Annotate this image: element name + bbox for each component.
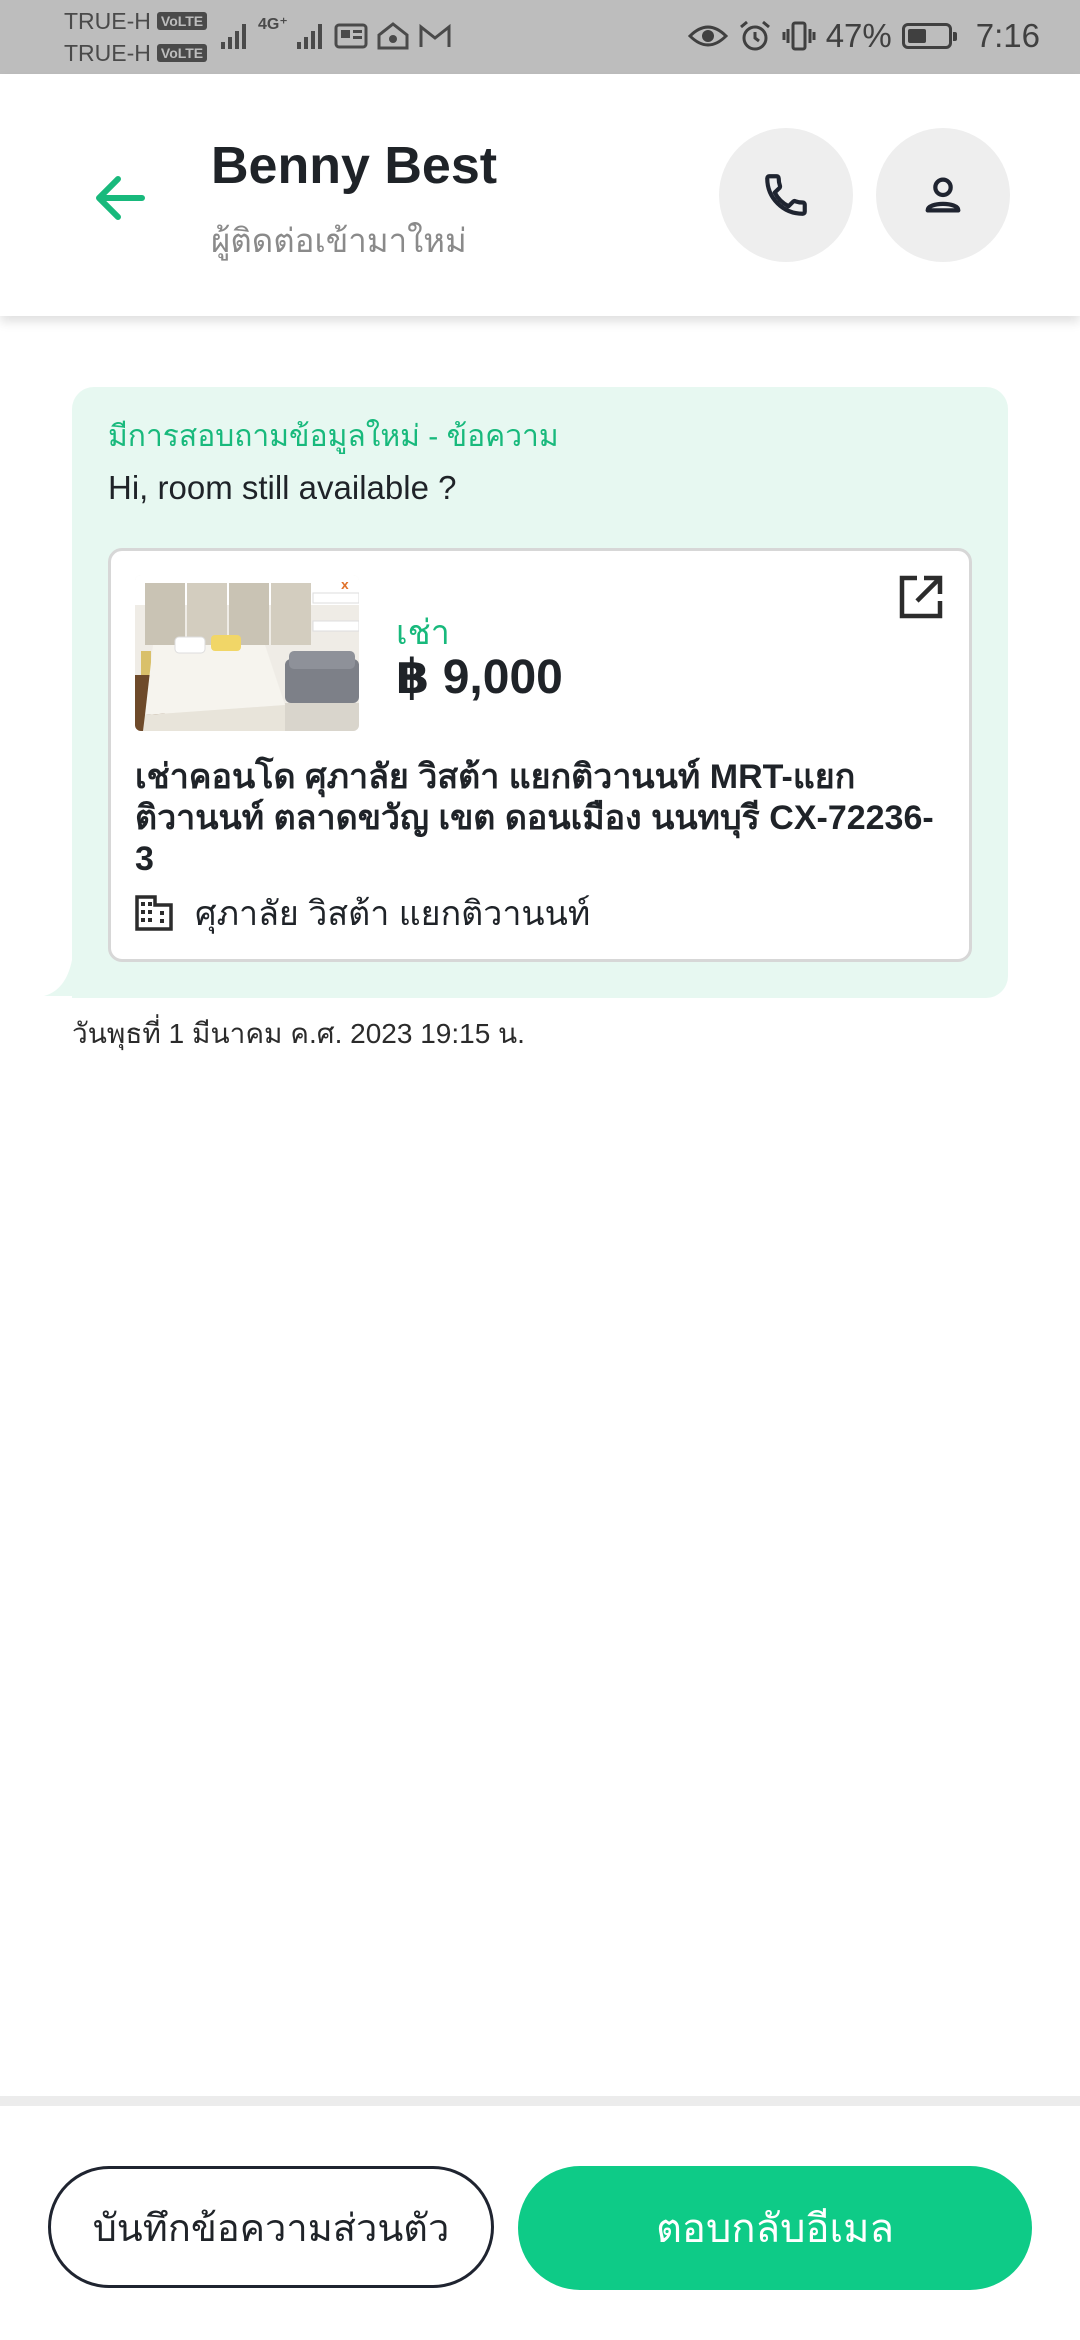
status-time: 7:16 (975, 17, 1040, 54)
signal-icon (221, 24, 246, 49)
contact-status: ผู้ติดต่อเข้ามาใหม่ (211, 222, 467, 259)
project-row: ศุภาลัย วิสต้า แยกติวานนท์ (135, 891, 590, 935)
reply-email-button[interactable]: ตอบกลับอีเมล (518, 2166, 1032, 2290)
contact-name: Benny Best (211, 137, 498, 195)
building-icon (135, 895, 173, 931)
status-icons-right: 47% 7:16 (687, 14, 1040, 58)
listing-title: เช่าคอนโด ศุภาลัย วิสต้า แยกติวานนท์ MRT… (135, 758, 934, 878)
arrow-left-icon (96, 176, 145, 220)
conversation-header: Benny Best ผู้ติดต่อเข้ามาใหม่ (0, 74, 1080, 316)
carrier-2-label: TRUE-H (64, 40, 151, 66)
volte-badge-2: VoLTE (156, 44, 208, 62)
alarm-icon (739, 20, 770, 51)
message-timestamp: วันพุธที่ 1 มีนาคม ค.ศ. 2023 19:15 น. (72, 1018, 525, 1049)
message-text: Hi, room still available ? (108, 469, 457, 506)
call-button[interactable] (719, 128, 853, 262)
carrier-2: TRUE-H VoLTE (64, 40, 208, 66)
profile-button[interactable] (876, 128, 1010, 262)
gmail-icon (419, 23, 451, 47)
vibrate-icon (782, 21, 816, 51)
back-button[interactable] (82, 160, 158, 236)
private-note-button[interactable]: บันทึกข้อความส่วนตัว (48, 2166, 494, 2288)
eye-icon (687, 25, 728, 47)
bottom-action-bar: บันทึกข้อความส่วนตัว ตอบกลับอีเมล (0, 2096, 1080, 2340)
project-name: ศุภาลัย วิสต้า แยกติวานนท์ (195, 895, 591, 933)
battery-icon (901, 23, 957, 49)
carrier-1-label: TRUE-H (64, 8, 151, 34)
status-bar: TRUE-H VoLTE TRUE-H VoLTE 4G⁺ 47% 7:16 (0, 0, 1080, 74)
svg-text:X: X (341, 581, 349, 592)
person-icon (925, 177, 961, 213)
signal-icon-2 (296, 24, 322, 49)
listing-price: ฿ 9,000 (396, 651, 563, 704)
news-icon (334, 23, 368, 49)
message-bubble: มีการสอบถามข้อมูลใหม่ - ข้อความ Hi, room… (72, 387, 1008, 998)
external-link-icon[interactable] (895, 571, 947, 623)
inquiry-label: มีการสอบถามข้อมูลใหม่ - ข้อความ (108, 420, 559, 453)
home-app-icon (377, 22, 409, 50)
carrier-1: TRUE-H VoLTE (64, 8, 208, 34)
battery-fill (907, 29, 926, 43)
battery-percent: 47% (825, 17, 892, 54)
phone-icon (765, 174, 807, 216)
volte-badge: VoLTE (156, 12, 208, 30)
listing-photo: X (135, 575, 359, 731)
network-type: 4G⁺ (258, 16, 288, 33)
listing-card[interactable]: X เช่า ฿ 9,000 เช่าคอนโด ศุภาลัย วิสต้า … (108, 548, 972, 962)
status-icons-left: 4G⁺ (220, 16, 452, 56)
